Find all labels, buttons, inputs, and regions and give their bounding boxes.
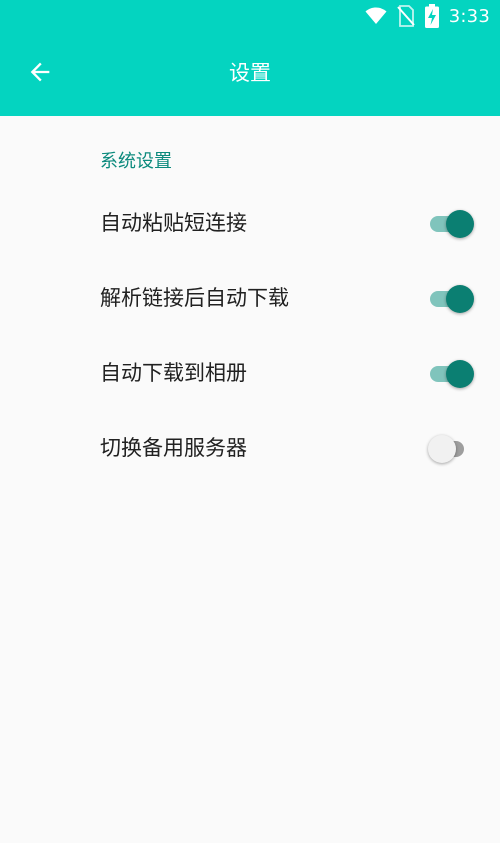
- setting-row-auto-download-to-album[interactable]: 自动下载到相册: [0, 336, 500, 410]
- toolbar: 设置: [0, 32, 500, 116]
- wifi-icon: [365, 7, 387, 25]
- switch-thumb: [446, 360, 474, 388]
- page-title: 设置: [229, 61, 271, 85]
- setting-row-auto-paste-short-link[interactable]: 自动粘贴短连接: [0, 186, 500, 260]
- status-icons: 3:33: [365, 4, 490, 28]
- setting-row-switch-backup-server[interactable]: 切换备用服务器: [0, 411, 500, 485]
- section-header-system-settings: 系统设置: [100, 151, 172, 172]
- toggle-switch[interactable]: [428, 358, 476, 390]
- switch-thumb: [446, 285, 474, 313]
- no-sim-icon: [397, 5, 415, 27]
- status-bar: 3:33: [0, 0, 500, 32]
- setting-row-auto-download-after-parse[interactable]: 解析链接后自动下载: [0, 261, 500, 335]
- toggle-switch[interactable]: [428, 208, 476, 240]
- toggle-switch[interactable]: [428, 433, 476, 465]
- switch-thumb: [428, 435, 456, 463]
- status-time: 3:33: [448, 5, 490, 27]
- app-bar: 3:33 设置: [0, 0, 500, 116]
- setting-label: 自动粘贴短连接: [100, 211, 247, 235]
- setting-label: 解析链接后自动下载: [100, 286, 289, 310]
- setting-label: 自动下载到相册: [100, 361, 247, 385]
- toggle-switch[interactable]: [428, 283, 476, 315]
- setting-label: 切换备用服务器: [100, 436, 247, 460]
- battery-charging-icon: [424, 4, 439, 28]
- switch-thumb: [446, 210, 474, 238]
